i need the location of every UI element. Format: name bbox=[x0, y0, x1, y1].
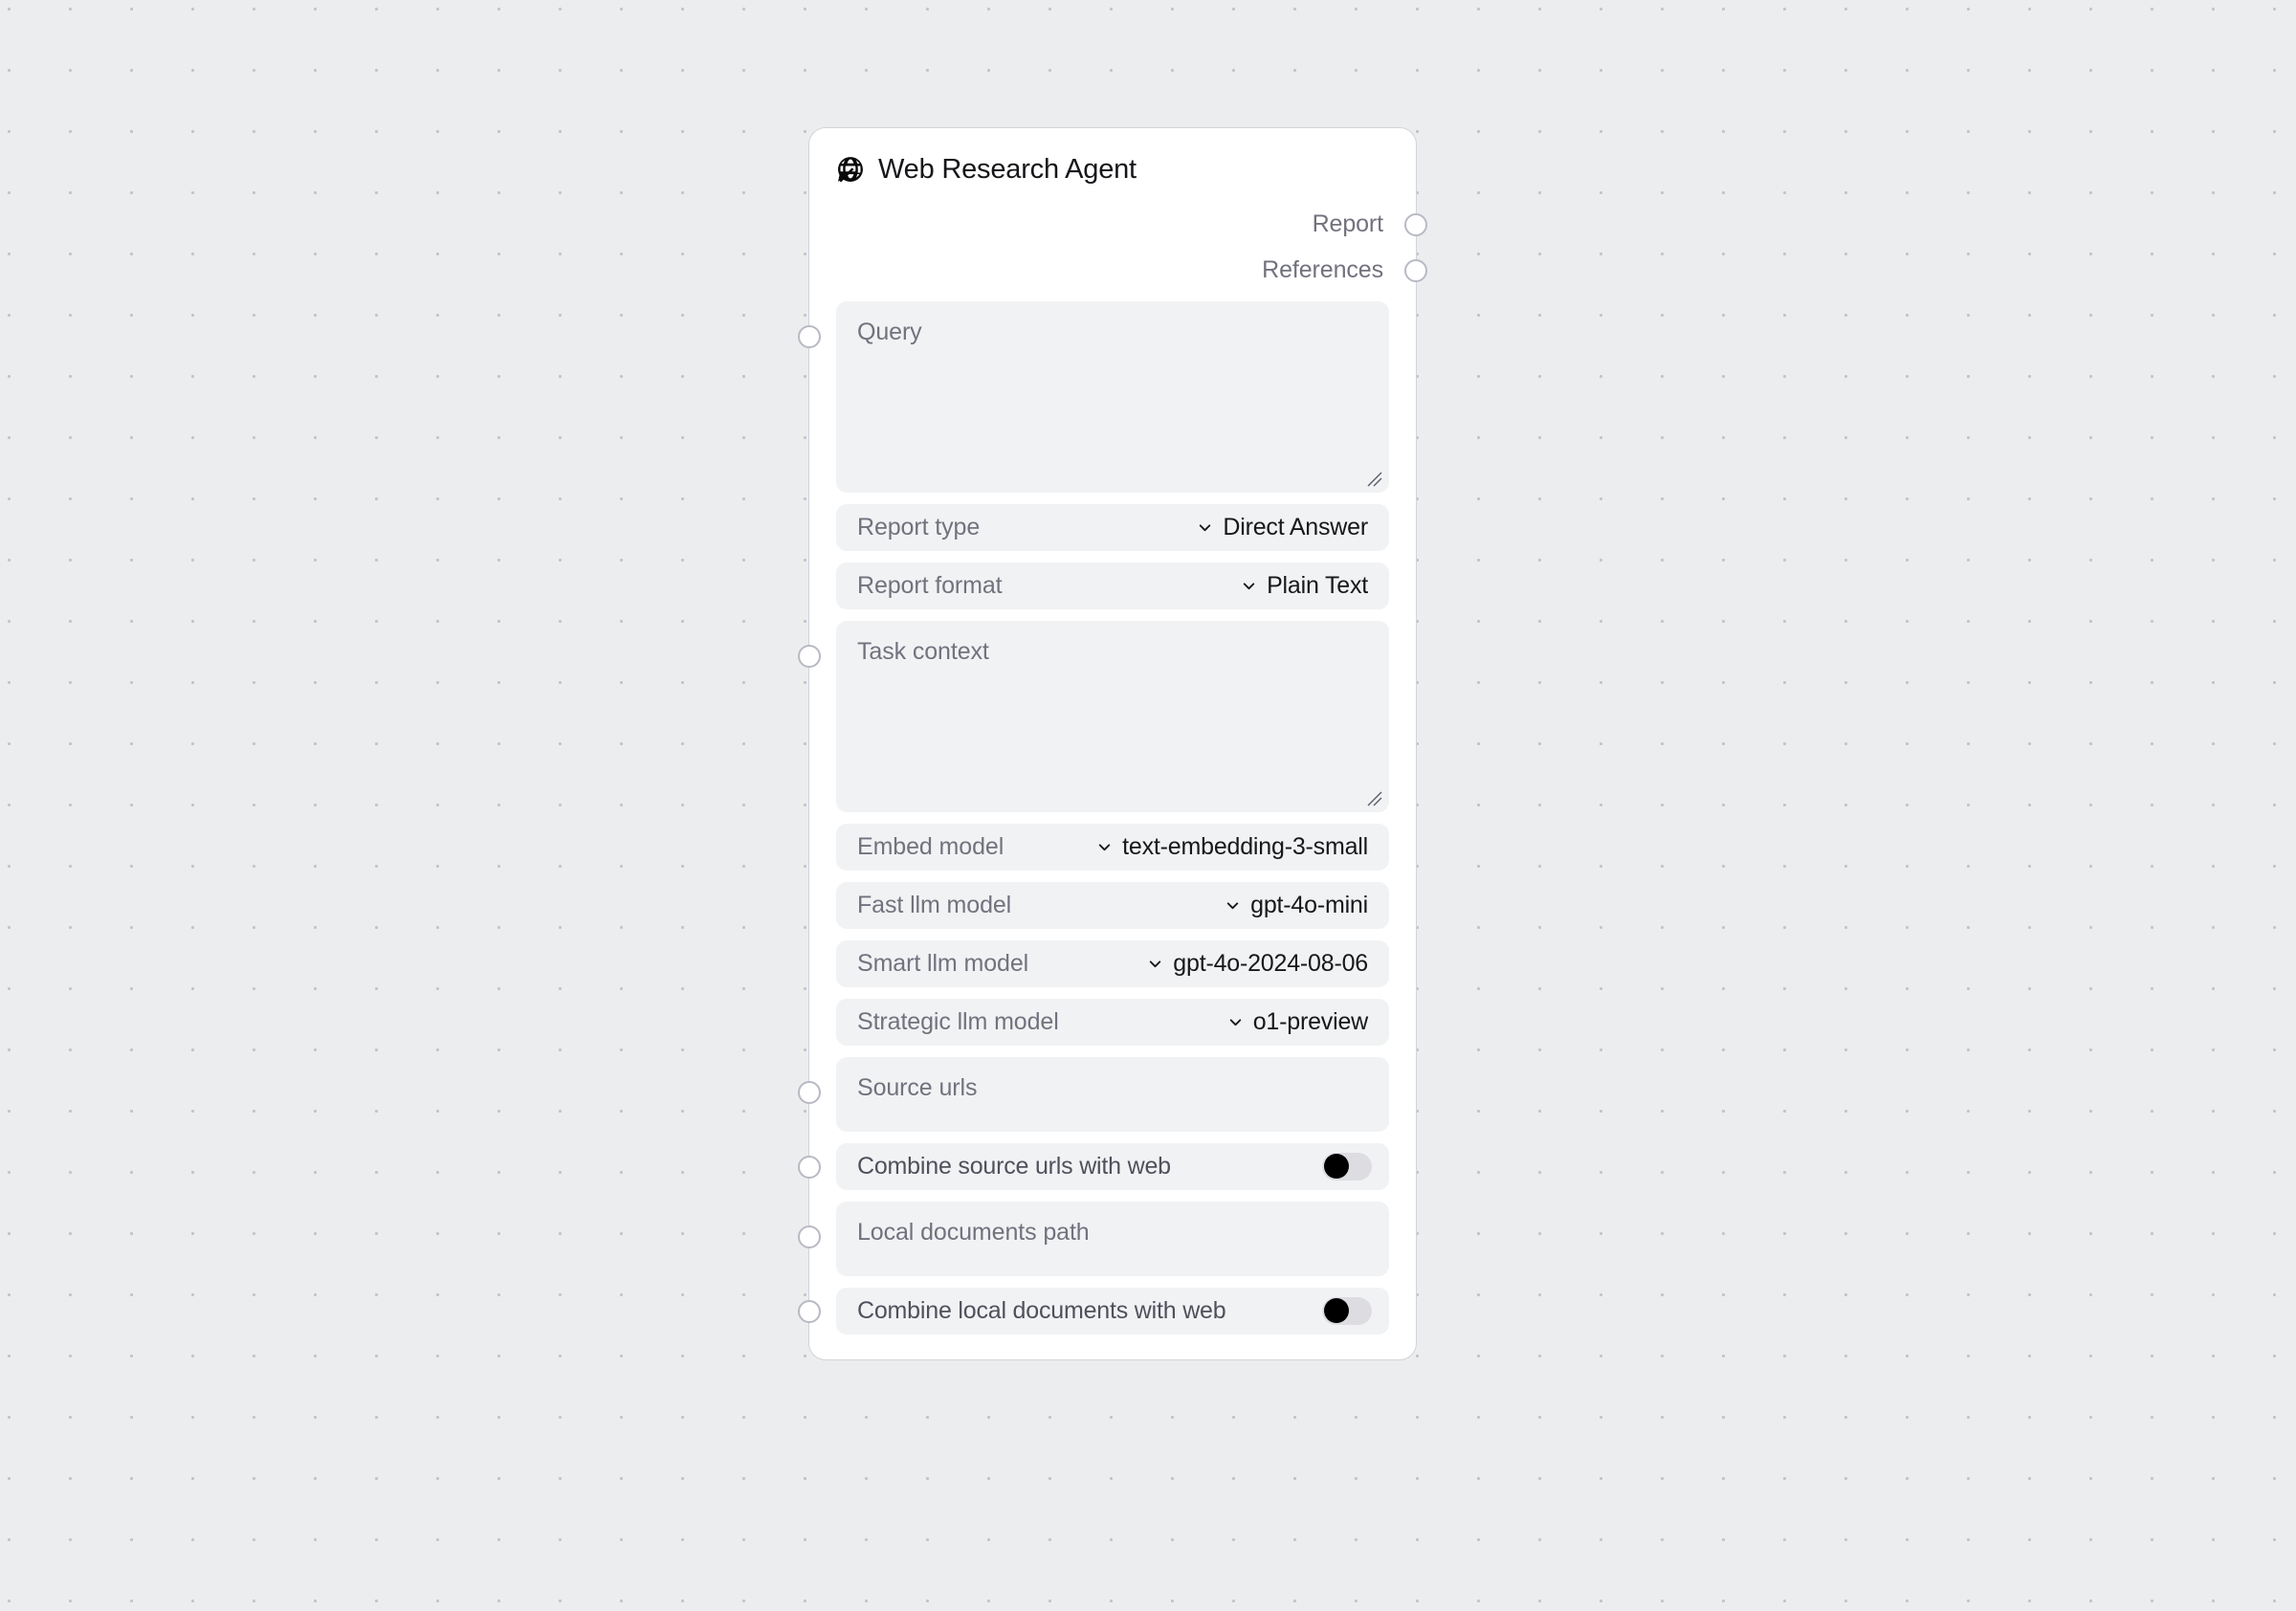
source-urls-input[interactable]: Source urls bbox=[836, 1056, 1389, 1132]
web-research-agent-node[interactable]: Web Research Agent Report References Que… bbox=[798, 127, 1427, 1360]
embed-model-value-wrap[interactable]: text-embedding-3-small bbox=[1096, 833, 1368, 861]
source-urls-placeholder: Source urls bbox=[857, 1073, 978, 1101]
node-header: Web Research Agent bbox=[809, 128, 1416, 187]
field-strategic-llm-model: Strategic llm model o1-preview bbox=[836, 998, 1389, 1046]
fast-llm-model-select[interactable]: Fast llm model gpt-4o-mini bbox=[836, 881, 1389, 929]
chevron-down-icon bbox=[1243, 583, 1255, 589]
report-type-value-wrap[interactable]: Direct Answer bbox=[1197, 514, 1368, 541]
combine-local-documents-with-web-row[interactable]: Combine local documents with web bbox=[836, 1287, 1389, 1335]
report-format-value-wrap[interactable]: Plain Text bbox=[1241, 572, 1368, 600]
toggle-knob bbox=[1323, 1298, 1349, 1324]
field-report-format: Report format Plain Text bbox=[836, 562, 1389, 609]
chevron-down-icon bbox=[1200, 524, 1211, 531]
chevron-down-icon bbox=[1226, 902, 1239, 909]
field-report-type: Report type Direct Answer bbox=[836, 503, 1389, 551]
resize-grip-icon[interactable] bbox=[1365, 470, 1382, 487]
fast-llm-model-value: gpt-4o-mini bbox=[1250, 891, 1368, 918]
report-type-label: Report type bbox=[857, 513, 981, 541]
embed-model-label: Embed model bbox=[857, 832, 1004, 860]
query-input[interactable]: Query bbox=[836, 300, 1389, 493]
output-label-report: Report bbox=[1312, 210, 1384, 238]
field-source-urls: Source urls bbox=[798, 1056, 1389, 1132]
report-format-value: Plain Text bbox=[1267, 571, 1368, 599]
combine-local-documents-with-web-label: Combine local documents with web bbox=[857, 1296, 1226, 1324]
smart-llm-model-value-wrap[interactable]: gpt-4o-2024-08-06 bbox=[1147, 950, 1368, 978]
field-combine-local-documents-with-web: Combine local documents with web bbox=[798, 1287, 1389, 1335]
combine-source-urls-with-web-row[interactable]: Combine source urls with web bbox=[836, 1142, 1389, 1190]
task-context-input[interactable]: Task context bbox=[836, 620, 1389, 812]
chevron-down-icon bbox=[1098, 844, 1111, 850]
task-context-placeholder: Task context bbox=[857, 637, 989, 665]
output-label-references: References bbox=[1262, 256, 1383, 284]
smart-llm-model-value: gpt-4o-2024-08-06 bbox=[1173, 949, 1368, 977]
input-handle-combine-source-urls-with-web[interactable] bbox=[798, 1155, 821, 1179]
field-embed-model: Embed model text-embedding-3-small bbox=[836, 823, 1389, 871]
input-handle-combine-local-documents-with-web[interactable] bbox=[798, 1299, 821, 1323]
embed-model-value: text-embedding-3-small bbox=[1122, 832, 1368, 860]
toggle-knob bbox=[1323, 1154, 1349, 1180]
chevron-down-icon bbox=[1150, 960, 1161, 967]
field-smart-llm-model: Smart llm model gpt-4o-2024-08-06 bbox=[836, 939, 1389, 987]
output-handle-references[interactable] bbox=[1404, 258, 1427, 282]
query-placeholder: Query bbox=[857, 318, 922, 345]
globe-arrow-icon bbox=[836, 155, 865, 184]
output-row-references: References bbox=[836, 248, 1427, 294]
embed-model-select[interactable]: Embed model text-embedding-3-small bbox=[836, 823, 1389, 871]
strategic-llm-model-label: Strategic llm model bbox=[857, 1007, 1059, 1035]
resize-grip-icon[interactable] bbox=[1365, 789, 1382, 806]
input-handle-query[interactable] bbox=[798, 324, 821, 348]
local-documents-path-input[interactable]: Local documents path bbox=[836, 1201, 1389, 1276]
field-task-context: Task context bbox=[798, 620, 1389, 812]
strategic-llm-model-value-wrap[interactable]: o1-preview bbox=[1227, 1008, 1368, 1036]
local-documents-path-placeholder: Local documents path bbox=[857, 1218, 1090, 1246]
combine-source-urls-with-web-label: Combine source urls with web bbox=[857, 1152, 1171, 1180]
node-outputs: Report References bbox=[809, 187, 1427, 294]
smart-llm-model-label: Smart llm model bbox=[857, 949, 1029, 977]
input-handle-source-urls[interactable] bbox=[798, 1080, 821, 1104]
field-local-documents-path: Local documents path bbox=[798, 1201, 1389, 1276]
chevron-down-icon bbox=[1229, 1019, 1241, 1026]
strategic-llm-model-select[interactable]: Strategic llm model o1-preview bbox=[836, 998, 1389, 1046]
report-type-value: Direct Answer bbox=[1223, 513, 1368, 541]
smart-llm-model-select[interactable]: Smart llm model gpt-4o-2024-08-06 bbox=[836, 939, 1389, 987]
field-fast-llm-model: Fast llm model gpt-4o-mini bbox=[836, 881, 1389, 929]
page-title: Web Research Agent bbox=[878, 154, 1137, 185]
field-query: Query bbox=[798, 300, 1389, 493]
strategic-llm-model-value: o1-preview bbox=[1252, 1007, 1368, 1035]
combine-source-urls-with-web-toggle[interactable] bbox=[1322, 1152, 1372, 1181]
field-combine-source-urls-with-web: Combine source urls with web bbox=[798, 1142, 1389, 1190]
fast-llm-model-label: Fast llm model bbox=[857, 891, 1012, 918]
output-handle-report[interactable] bbox=[1404, 212, 1427, 236]
fast-llm-model-value-wrap[interactable]: gpt-4o-mini bbox=[1225, 892, 1368, 919]
report-type-select[interactable]: Report type Direct Answer bbox=[836, 503, 1389, 551]
combine-local-documents-with-web-toggle[interactable] bbox=[1322, 1296, 1372, 1325]
input-handle-task-context[interactable] bbox=[798, 644, 821, 668]
input-handle-local-documents-path[interactable] bbox=[798, 1225, 821, 1248]
report-format-select[interactable]: Report format Plain Text bbox=[836, 562, 1389, 609]
report-format-label: Report format bbox=[857, 571, 1003, 599]
node-body: Query Report type Direct Answer Report f… bbox=[798, 294, 1416, 1359]
output-row-report: Report bbox=[836, 202, 1427, 248]
